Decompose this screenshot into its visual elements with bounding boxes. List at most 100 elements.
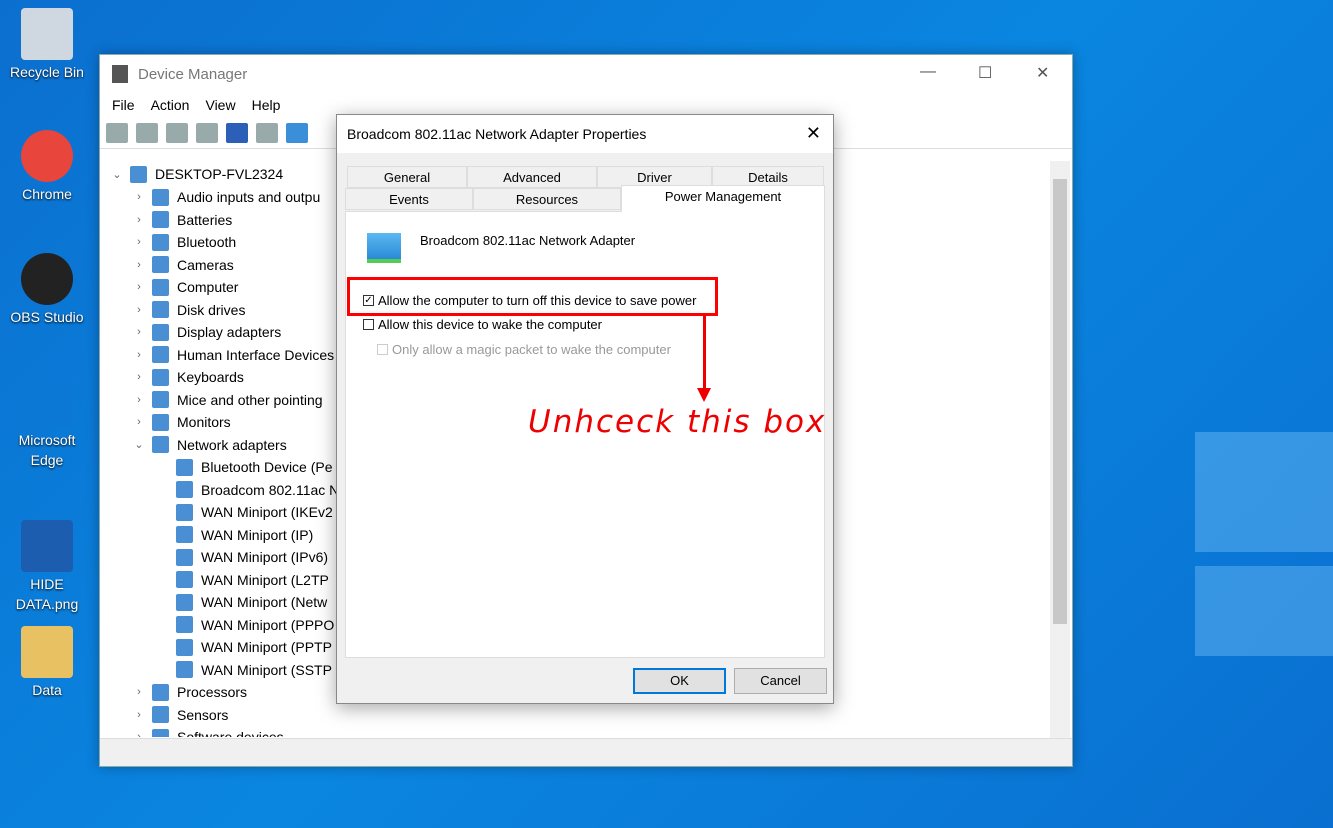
tree-label: Cameras — [177, 256, 234, 273]
device-icon — [176, 593, 193, 611]
tree-category[interactable]: › Audio inputs and outpu — [132, 186, 320, 208]
desktop-icon[interactable]: Data — [4, 626, 90, 700]
tree-device[interactable]: WAN Miniport (IP) — [156, 524, 313, 546]
menu-help[interactable]: Help — [252, 97, 281, 113]
tree-device[interactable]: WAN Miniport (IKEv2 — [156, 501, 333, 523]
properties-icon[interactable] — [196, 122, 218, 143]
expand-icon[interactable]: › — [132, 191, 146, 203]
tree-label: Broadcom 802.11ac N — [201, 481, 340, 498]
dialog-close-button[interactable]: ✕ — [806, 123, 821, 144]
tree-device[interactable]: WAN Miniport (IPv6) — [156, 546, 328, 568]
device-icon — [152, 413, 169, 431]
tab-general[interactable]: General — [347, 166, 467, 188]
desktop-icon-label: HIDE DATA.png — [15, 576, 79, 612]
tab-events[interactable]: Events — [345, 188, 473, 210]
collapse-icon[interactable]: ⌄ — [132, 438, 146, 451]
arrow-line — [703, 315, 706, 390]
tree-label: Network adapters — [177, 436, 287, 453]
device-icon — [152, 728, 169, 737]
cancel-button[interactable]: Cancel — [734, 668, 827, 694]
tree-category[interactable]: › Keyboards — [132, 366, 244, 388]
tree-device[interactable]: WAN Miniport (PPPO — [156, 614, 334, 636]
back-icon[interactable] — [106, 122, 128, 143]
expand-icon[interactable]: › — [132, 259, 146, 271]
expand-icon[interactable]: › — [132, 731, 146, 737]
expand-icon[interactable]: › — [132, 214, 146, 226]
tree-label: Disk drives — [177, 301, 246, 318]
tree-category[interactable]: › Sensors — [132, 704, 228, 726]
device-manager-icon — [112, 65, 128, 83]
device-icon — [152, 301, 169, 318]
tree-label: Monitors — [177, 414, 231, 430]
maximize-button[interactable]: ☐ — [978, 63, 992, 83]
expand-icon[interactable]: › — [132, 236, 146, 248]
image-file-icon — [21, 520, 73, 572]
expand-icon[interactable]: › — [132, 326, 146, 338]
collapse-icon[interactable]: ⌄ — [110, 168, 124, 181]
menu-view[interactable]: View — [205, 97, 235, 113]
expand-icon[interactable]: › — [132, 394, 146, 406]
scan-hardware-icon[interactable] — [286, 122, 308, 143]
action-pane-icon[interactable] — [256, 122, 278, 143]
device-icon — [152, 706, 169, 723]
tree-root[interactable]: ⌄ DESKTOP-FVL2324 — [110, 163, 283, 185]
vertical-scrollbar[interactable] — [1050, 161, 1070, 741]
show-hide-console-tree-icon[interactable] — [166, 122, 188, 143]
tree-category[interactable]: › Mice and other pointing — [132, 389, 323, 411]
expand-icon[interactable]: › — [132, 686, 146, 698]
tab-advanced[interactable]: Advanced — [467, 166, 597, 188]
tree-category[interactable]: › Display adapters — [132, 321, 281, 343]
expand-icon[interactable]: › — [132, 349, 146, 361]
ok-button[interactable]: OK — [633, 668, 726, 694]
minimize-button[interactable]: — — [920, 63, 936, 81]
expand-icon[interactable]: › — [132, 281, 146, 293]
tree-category[interactable]: › Monitors — [132, 411, 231, 433]
window-title: Device Manager — [138, 65, 248, 83]
tree-label: Computer — [177, 279, 239, 295]
arrow-head-icon — [697, 388, 711, 402]
menu-file[interactable]: File — [112, 97, 135, 113]
checkbox-unchecked[interactable] — [363, 319, 374, 330]
tree-category[interactable]: › Processors — [132, 681, 247, 703]
device-icon — [152, 188, 169, 206]
help-icon[interactable] — [226, 122, 248, 143]
device-icon — [176, 481, 193, 498]
tree-category[interactable]: › Human Interface Devices — [132, 344, 334, 366]
tree-category[interactable]: › Cameras — [132, 254, 234, 276]
expand-icon[interactable]: › — [132, 416, 146, 428]
tree-category[interactable]: › Software devices — [132, 726, 284, 737]
tree-device[interactable]: Broadcom 802.11ac N — [156, 479, 339, 501]
desktop-icon[interactable]: Microsoft Edge — [4, 376, 90, 470]
tree-device[interactable]: WAN Miniport (L2TP — [156, 569, 329, 591]
tab-power-management[interactable]: Power Management — [621, 185, 825, 212]
annotation-text: Unhceck this box — [528, 404, 827, 440]
magic-packet-checkbox: Only allow a magic packet to wake the co… — [377, 342, 671, 357]
close-button[interactable]: ✕ — [1036, 63, 1049, 83]
allow-wake-checkbox[interactable]: Allow this device to wake the computer — [363, 317, 602, 332]
expand-icon[interactable]: › — [132, 709, 146, 721]
desktop-icon[interactable]: OBS Studio — [4, 253, 90, 327]
desktop-icon[interactable]: Chrome — [4, 130, 90, 204]
tree-label: Sensors — [177, 706, 229, 723]
tree-device[interactable]: Bluetooth Device (Pe — [156, 456, 333, 478]
scrollbar-thumb[interactable] — [1053, 179, 1067, 624]
device-icon — [176, 458, 193, 476]
tree-category[interactable]: › Computer — [132, 276, 238, 298]
tree-device[interactable]: WAN Miniport (PPTP — [156, 636, 332, 658]
desktop-icon[interactable]: Recycle Bin — [4, 8, 90, 82]
tree-device[interactable]: WAN Miniport (Netw — [156, 591, 327, 613]
forward-icon[interactable] — [136, 122, 158, 143]
menu-action[interactable]: Action — [151, 97, 190, 113]
expand-icon[interactable]: › — [132, 304, 146, 316]
tree-device[interactable]: WAN Miniport (SSTP — [156, 659, 332, 681]
desktop-icon[interactable]: HIDE DATA.png — [4, 520, 90, 614]
device-icon — [152, 256, 169, 273]
expand-icon[interactable]: › — [132, 371, 146, 383]
tree-category[interactable]: › Batteries — [132, 209, 232, 231]
tree-category[interactable]: › Bluetooth — [132, 231, 236, 253]
tree-category[interactable]: › Disk drives — [132, 299, 245, 321]
tab-resources[interactable]: Resources — [473, 188, 621, 210]
network-adapter-icon — [367, 233, 401, 263]
tree-label: Audio inputs and outpu — [177, 189, 321, 205]
tree-category[interactable]: ⌄ Network adapters — [132, 434, 287, 456]
